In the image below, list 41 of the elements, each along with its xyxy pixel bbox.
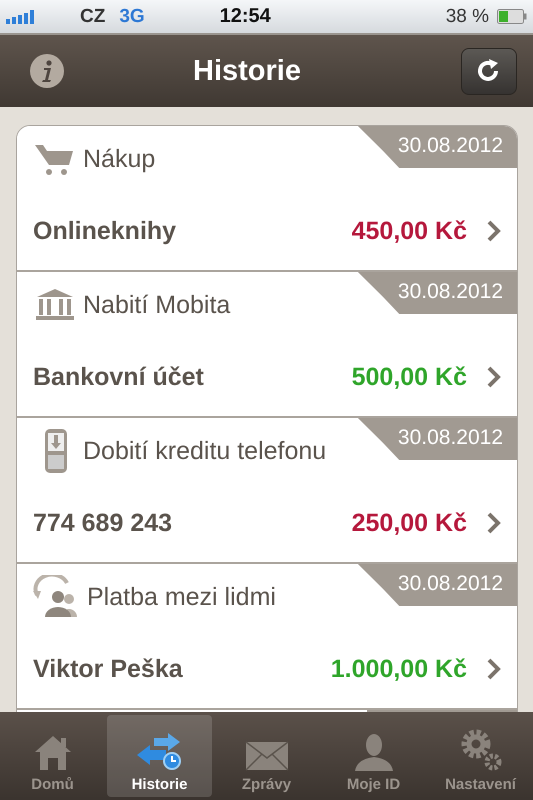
- arrows-clock-icon: [136, 732, 184, 772]
- transaction-date: 30.08.2012: [358, 126, 517, 168]
- chevron-icon: [487, 366, 501, 388]
- status-time: 12:54: [220, 5, 271, 28]
- tab-bar-item[interactable]: Domů: [0, 715, 105, 797]
- tab-bar-item[interactable]: Nastavení: [428, 715, 533, 797]
- signal-icon: [6, 10, 36, 24]
- transaction-party: Bankovní účet: [33, 362, 205, 392]
- transaction-type: Dobití kreditu telefonu: [83, 436, 328, 466]
- transaction-date: 30.08.2012: [358, 272, 517, 314]
- bank-icon: [33, 287, 77, 323]
- battery-percent: 38 %: [446, 6, 489, 28]
- refresh-button[interactable]: [461, 48, 517, 94]
- transaction-row[interactable]: Viktor Peška 1.000,00 Kč: [17, 630, 517, 708]
- battery-icon: [497, 9, 527, 24]
- transaction-date: 30.08.2012: [358, 564, 517, 606]
- envelope-icon: [244, 740, 288, 772]
- transaction-date: 30.08.2012: [358, 418, 517, 460]
- transaction-row[interactable]: Onlineknihy 450,00 Kč: [17, 192, 517, 270]
- transaction-party: Onlineknihy: [33, 216, 178, 246]
- transaction-amount: 1.000,00 Kč: [330, 654, 467, 684]
- transaction-party: 774 689 243: [33, 508, 174, 538]
- transaction-amount: 500,00 Kč: [352, 362, 467, 392]
- transaction-amount: 250,00 Kč: [352, 508, 467, 538]
- tab-bar-item[interactable]: Historie: [107, 715, 212, 797]
- transaction-amount: 450,00 Kč: [352, 216, 467, 246]
- network-type: 3G: [119, 6, 145, 28]
- chevron-icon: [487, 512, 501, 534]
- transaction-party: Viktor Peška: [33, 654, 184, 684]
- transaction-type: Platba mezi lidmi: [87, 582, 277, 612]
- transaction-type: Nabití Mobita: [83, 290, 232, 320]
- carrier-name: CZ: [80, 6, 106, 28]
- screen-title: Historie: [192, 54, 302, 88]
- transaction-type: Nákup: [83, 144, 156, 174]
- transaction-row[interactable]: 774 689 243 250,00 Kč: [17, 484, 517, 562]
- tab-bar-item[interactable]: Moje ID: [321, 715, 426, 797]
- chevron-icon: [487, 658, 501, 680]
- chevron-icon: [487, 220, 501, 242]
- info-icon[interactable]: [29, 53, 65, 89]
- transaction-row[interactable]: Bankovní účet 500,00 Kč: [17, 338, 517, 416]
- tab-bar-item[interactable]: Zprávy: [214, 715, 319, 797]
